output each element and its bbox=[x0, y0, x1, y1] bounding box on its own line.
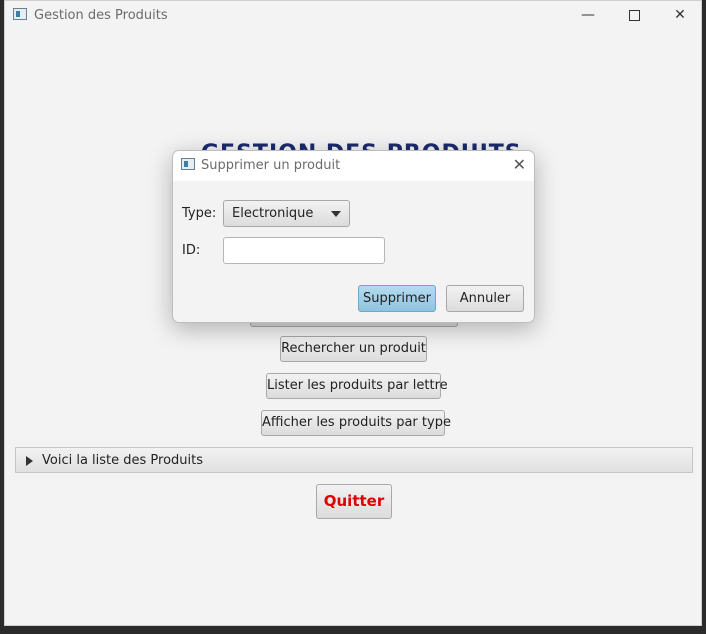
annuler-button[interactable]: Annuler bbox=[446, 285, 524, 312]
produits-accordion[interactable]: Voici la liste des Produits bbox=[15, 447, 693, 473]
type-select-value: Electronique bbox=[232, 206, 314, 221]
maximize-icon bbox=[628, 9, 640, 21]
rechercher-button[interactable]: Rechercher un produit bbox=[280, 336, 427, 362]
lister-button[interactable]: Lister les produits par lettre bbox=[266, 373, 448, 399]
minimize-button[interactable]: — bbox=[565, 1, 611, 31]
close-icon[interactable]: ✕ bbox=[513, 155, 526, 174]
supprimer-button[interactable]: Supprimer bbox=[358, 285, 436, 312]
window-title: Gestion des Produits bbox=[34, 8, 168, 23]
dialog-title: Supprimer un produit bbox=[201, 158, 341, 173]
afficher-button[interactable]: Afficher les produits par type bbox=[261, 410, 451, 436]
app-icon bbox=[181, 158, 195, 170]
type-label: Type: bbox=[182, 206, 217, 221]
app-icon bbox=[13, 8, 27, 20]
dialog-title-bar[interactable]: Supprimer un produit ✕ bbox=[173, 151, 534, 181]
delete-product-dialog: Supprimer un produit ✕ Type: Electroniqu… bbox=[172, 150, 535, 323]
chevron-down-icon bbox=[331, 211, 341, 217]
id-input[interactable] bbox=[223, 237, 385, 264]
quit-button[interactable]: Quitter bbox=[316, 484, 392, 519]
close-button[interactable]: ✕ bbox=[657, 1, 703, 31]
accordion-label: Voici la liste des Produits bbox=[42, 453, 204, 468]
title-bar[interactable]: Gestion des Produits — ✕ bbox=[5, 1, 701, 31]
chevron-right-icon bbox=[26, 456, 33, 466]
maximize-button[interactable] bbox=[611, 1, 657, 31]
type-select[interactable]: Electronique bbox=[223, 200, 350, 227]
id-label: ID: bbox=[182, 243, 201, 258]
